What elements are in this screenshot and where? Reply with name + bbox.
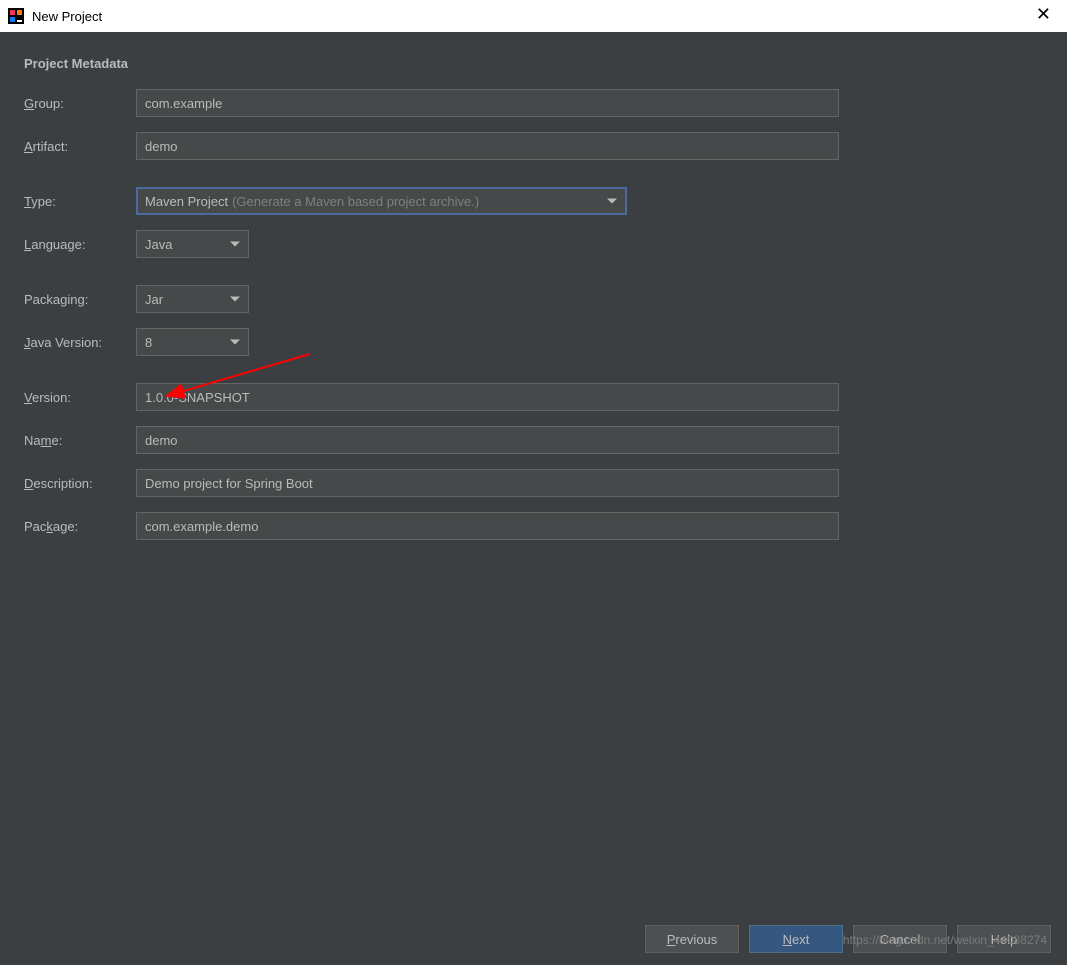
label-name: Name:: [24, 433, 136, 448]
row-artifact: Artifact:: [24, 132, 1043, 160]
type-hint: (Generate a Maven based project archive.…: [232, 194, 479, 209]
package-input[interactable]: [136, 512, 839, 540]
label-description: Description:: [24, 476, 136, 491]
close-icon[interactable]: ✕: [1030, 4, 1057, 25]
row-java-version: Java Version: 8: [24, 328, 1043, 356]
java-version-dropdown[interactable]: 8: [136, 328, 249, 356]
dialog-footer: Previous Next Cancel Help: [0, 913, 1067, 965]
row-type: Type: Maven Project (Generate a Maven ba…: [24, 187, 1043, 215]
label-type: Type:: [24, 194, 136, 209]
row-description: Description:: [24, 469, 1043, 497]
intellij-icon: [8, 8, 24, 24]
label-packaging: Packaging:: [24, 292, 136, 307]
language-dropdown[interactable]: Java: [136, 230, 249, 258]
description-input[interactable]: [136, 469, 839, 497]
section-title: Project Metadata: [24, 56, 1043, 71]
window-title: New Project: [32, 9, 102, 24]
help-button[interactable]: Help: [957, 925, 1051, 953]
chevron-down-icon: [607, 199, 617, 204]
group-input[interactable]: [136, 89, 839, 117]
previous-button[interactable]: Previous: [645, 925, 739, 953]
label-java-version: Java Version:: [24, 335, 136, 350]
label-language: Language:: [24, 237, 136, 252]
label-group: Group:: [24, 96, 136, 111]
row-package: Package:: [24, 512, 1043, 540]
chevron-down-icon: [230, 242, 240, 247]
name-input[interactable]: [136, 426, 839, 454]
cancel-button[interactable]: Cancel: [853, 925, 947, 953]
next-button[interactable]: Next: [749, 925, 843, 953]
label-version: Version:: [24, 390, 136, 405]
chevron-down-icon: [230, 340, 240, 345]
titlebar: New Project ✕: [0, 0, 1067, 32]
artifact-input[interactable]: [136, 132, 839, 160]
label-package: Package:: [24, 519, 136, 534]
dialog-content: Project Metadata Group: Artifact: Type: …: [0, 32, 1067, 540]
chevron-down-icon: [230, 297, 240, 302]
packaging-dropdown[interactable]: Jar: [136, 285, 249, 313]
version-input[interactable]: [136, 383, 839, 411]
row-packaging: Packaging: Jar: [24, 285, 1043, 313]
row-name: Name:: [24, 426, 1043, 454]
row-language: Language: Java: [24, 230, 1043, 258]
type-dropdown[interactable]: Maven Project (Generate a Maven based pr…: [136, 187, 627, 215]
row-version: Version:: [24, 383, 1043, 411]
row-group: Group:: [24, 89, 1043, 117]
type-value: Maven Project: [145, 194, 228, 209]
label-artifact: Artifact:: [24, 139, 136, 154]
